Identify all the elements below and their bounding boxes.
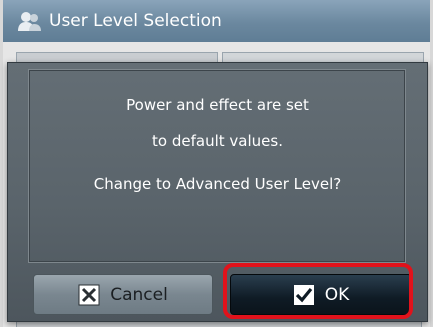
cancel-button-label: Cancel	[110, 284, 168, 305]
ok-button-label: OK	[324, 284, 350, 305]
ok-button[interactable]: OK	[230, 274, 412, 315]
user-icon	[17, 10, 43, 32]
title-bar: User Level Selection	[3, 0, 430, 43]
screen: User Level Selection Power and effect ar…	[0, 0, 433, 327]
dialog-message-line-2: to default values.	[152, 132, 283, 150]
cancel-button[interactable]: Cancel	[33, 274, 213, 315]
window-title: User Level Selection	[49, 11, 222, 31]
dialog-question: Change to Advanced User Level?	[93, 175, 342, 193]
close-icon	[78, 284, 100, 306]
dialog-message-line-1: Power and effect are set	[126, 96, 309, 114]
check-icon	[293, 284, 315, 306]
confirm-dialog: Power and effect are set to default valu…	[7, 62, 428, 322]
